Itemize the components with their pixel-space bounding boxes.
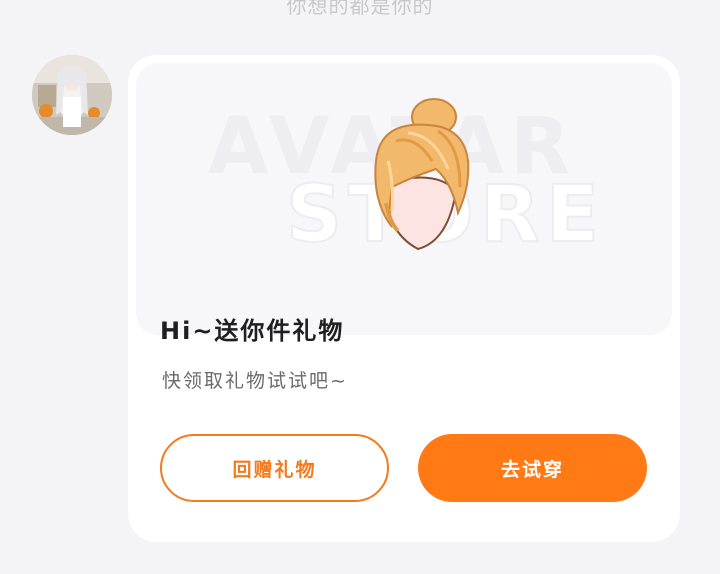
gift-subtitle: 快领取礼物试试吧~ [162,370,348,392]
avatar-image [32,55,112,135]
avatar[interactable] [32,55,112,135]
try-on-button[interactable]: 去试穿 [418,434,647,502]
return-gift-button[interactable]: 回赠礼物 [160,434,389,502]
gift-card: AVATAR STORE Hi~送你件礼物 快领取礼物试试吧~ 回赠礼物 去试穿 [128,55,680,542]
gift-preview: AVATAR STORE [136,63,672,335]
top-hint-text: 你想的都是你的 [286,0,434,18]
gift-title: Hi~送你件礼物 [160,317,345,345]
hair-item-icon [374,98,470,251]
